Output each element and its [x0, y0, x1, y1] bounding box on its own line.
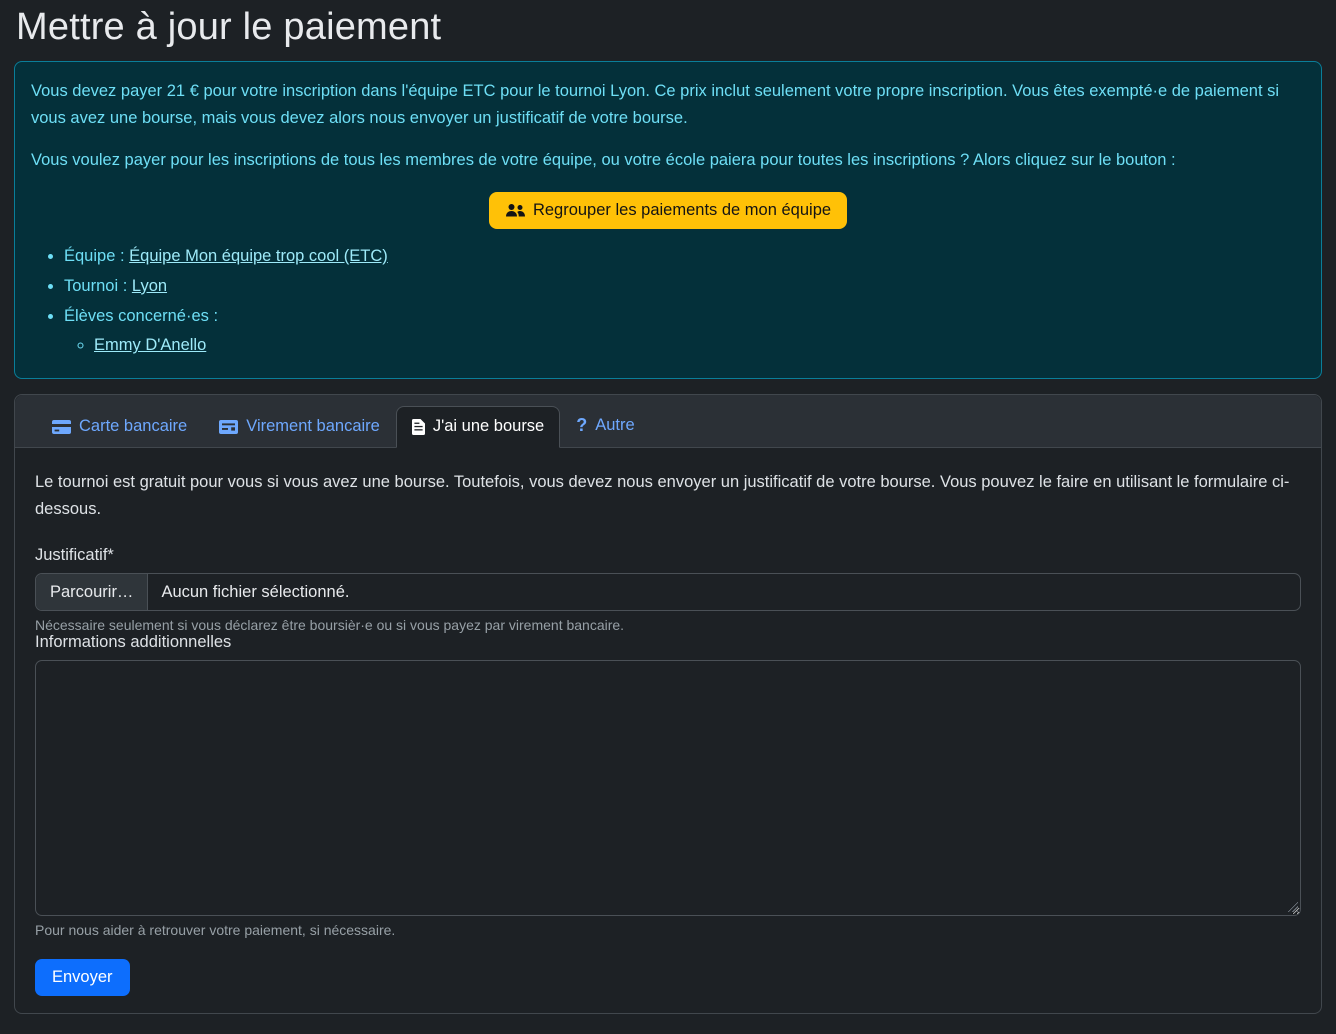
group-button-row: Regrouper les paiements de mon équipe	[31, 192, 1305, 229]
tab-label: J'ai une bourse	[433, 417, 544, 436]
justificatif-help-text: Nécessaire seulement si vous déclarez êt…	[35, 617, 1301, 633]
tab-label: Carte bancaire	[79, 417, 187, 436]
bourse-tab-panel: Le tournoi est gratuit pour vous si vous…	[15, 448, 1321, 1013]
tab-jai-une-bourse[interactable]: J'ai une bourse	[396, 406, 560, 448]
informations-help-text: Pour nous aider à retrouver votre paieme…	[35, 922, 1301, 938]
credit-card-icon	[52, 420, 71, 434]
list-item-student: Emmy D'Anello	[94, 332, 1305, 359]
list-item-tournament: Tournoi : Lyon	[64, 273, 1305, 300]
group-payments-button-label: Regrouper les paiements de mon équipe	[533, 201, 831, 220]
list-item-students: Élèves concerné·es : Emmy D'Anello	[64, 303, 1305, 359]
registration-summary-list: Équipe : Équipe Mon équipe trop cool (ET…	[31, 243, 1305, 359]
money-check-icon	[219, 420, 238, 434]
tab-label: Virement bancaire	[246, 417, 380, 436]
payment-method-card: Carte bancaire Virement bancaire	[14, 394, 1322, 1014]
students-label: Élèves concerné·es :	[64, 307, 218, 325]
group-payments-button[interactable]: Regrouper les paiements de mon équipe	[489, 192, 847, 229]
payment-page: Mettre à jour le paiement Vous devez pay…	[0, 0, 1336, 1034]
list-item-team: Équipe : Équipe Mon équipe trop cool (ET…	[64, 243, 1305, 270]
users-icon	[505, 203, 525, 218]
team-label: Équipe :	[64, 247, 129, 265]
browse-button[interactable]: Parcourir…	[36, 574, 148, 610]
payment-info-alert: Vous devez payer 21 € pour votre inscrip…	[14, 61, 1322, 379]
file-status-text: Aucun fichier sélectionné.	[148, 574, 362, 610]
alert-paragraph-group: Vous voulez payer pour les inscriptions …	[31, 147, 1305, 174]
tournament-link[interactable]: Lyon	[132, 277, 167, 295]
justificatif-label: Justificatif*	[35, 546, 1301, 565]
informations-label: Informations additionnelles	[35, 633, 1301, 652]
file-invoice-icon	[412, 419, 425, 435]
tournament-label: Tournoi :	[64, 277, 132, 295]
additional-info-textarea[interactable]	[35, 660, 1301, 916]
payment-method-tabbar: Carte bancaire Virement bancaire	[15, 395, 1321, 448]
tab-virement-bancaire[interactable]: Virement bancaire	[203, 406, 396, 448]
justificatif-file-input[interactable]: Parcourir… Aucun fichier sélectionné.	[35, 573, 1301, 611]
student-link[interactable]: Emmy D'Anello	[94, 336, 206, 354]
submit-button[interactable]: Envoyer	[35, 959, 130, 996]
team-link[interactable]: Équipe Mon équipe trop cool (ETC)	[129, 247, 388, 265]
question-icon: ?	[576, 415, 587, 436]
tab-carte-bancaire[interactable]: Carte bancaire	[36, 406, 203, 448]
alert-paragraph-price: Vous devez payer 21 € pour votre inscrip…	[31, 78, 1305, 131]
page-title: Mettre à jour le paiement	[16, 6, 1322, 49]
tab-autre[interactable]: ? Autre	[560, 404, 650, 448]
bourse-intro-text: Le tournoi est gratuit pour vous si vous…	[35, 469, 1301, 523]
tab-label: Autre	[595, 416, 634, 435]
